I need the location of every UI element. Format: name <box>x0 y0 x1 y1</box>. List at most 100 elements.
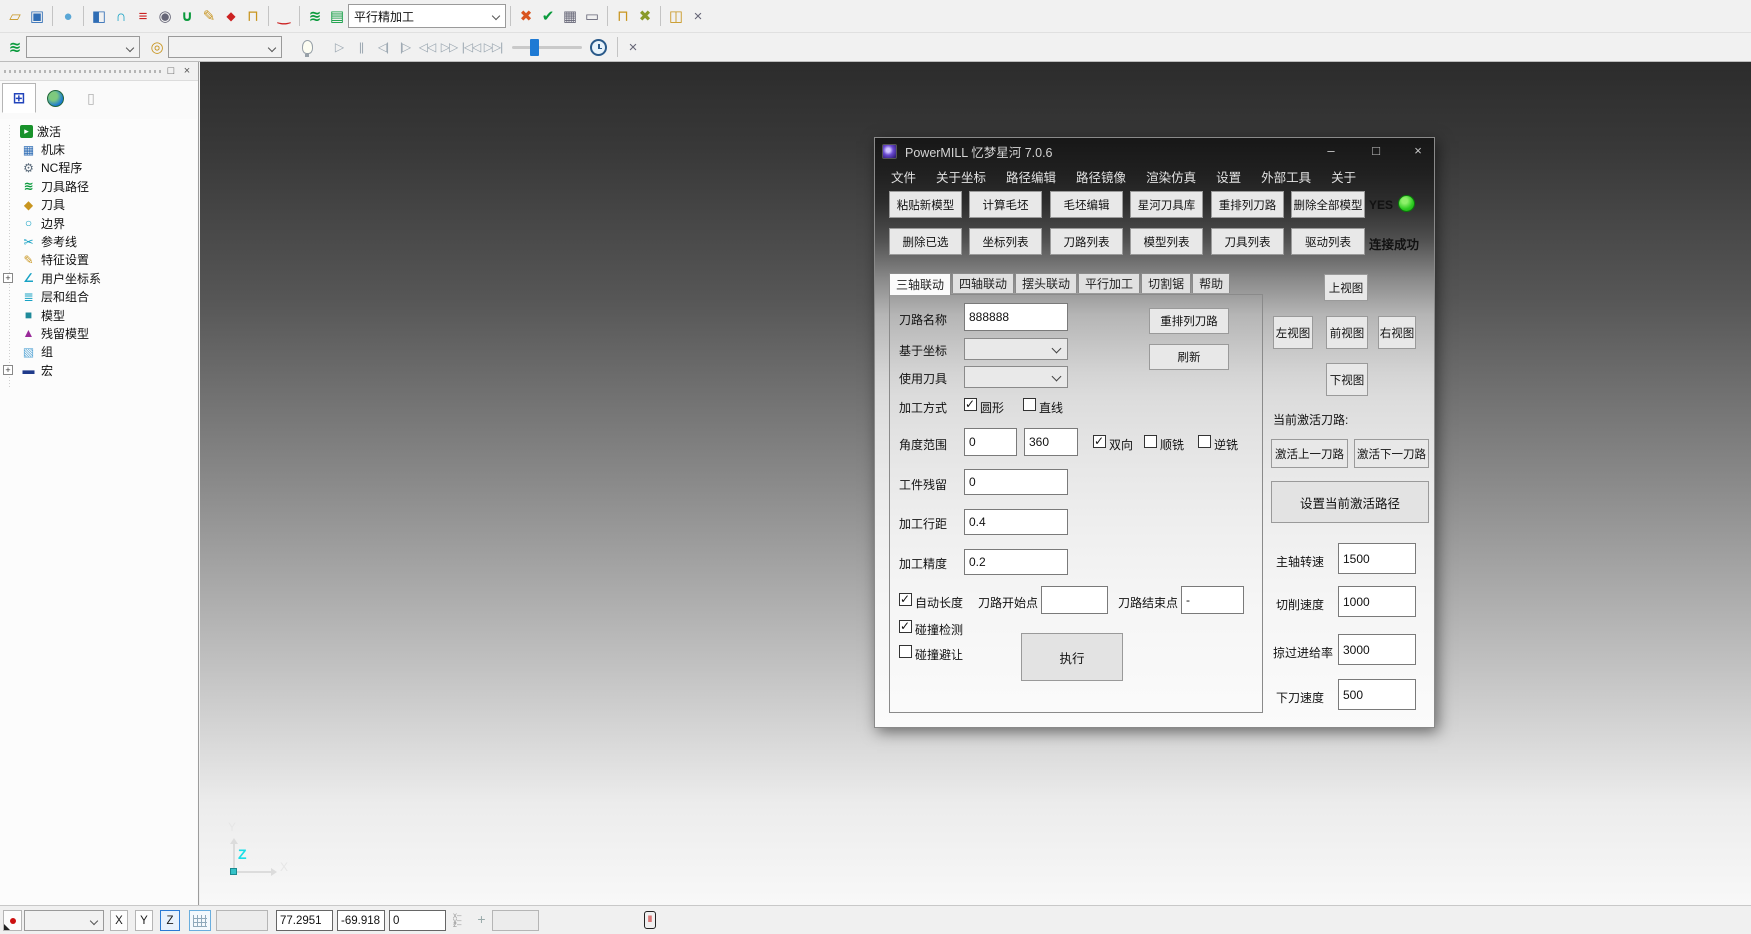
line-checkbox[interactable] <box>1023 398 1036 411</box>
strategy-combobox[interactable]: 平行精加工 <box>348 4 506 28</box>
tab-help[interactable]: 帮助 <box>1192 273 1230 293</box>
set-active-path-button[interactable]: 设置当前激活路径 <box>1271 481 1429 523</box>
close-button[interactable]: × <box>1402 138 1434 163</box>
shaded-view-icon[interactable]: ● <box>57 5 79 27</box>
play-icon[interactable]: ▷ <box>328 36 350 58</box>
angle-start-input[interactable] <box>964 428 1017 456</box>
tool-holder-icon[interactable]: ∪ <box>176 5 198 27</box>
toolpath-sim-icon[interactable]: ≋ <box>4 36 26 58</box>
start-point-input[interactable] <box>1041 586 1108 614</box>
skim-feed-input[interactable] <box>1338 634 1416 665</box>
tree-item-feature-sets[interactable]: ✎特征设置 <box>0 251 197 269</box>
axis-y-button[interactable]: Y <box>135 910 153 931</box>
paste-model-button[interactable]: 粘贴新模型 <box>889 191 962 218</box>
menu-render-sim[interactable]: 渲染仿真 <box>1136 167 1206 186</box>
clock-icon[interactable] <box>590 39 607 56</box>
panel-grip[interactable] <box>4 70 164 73</box>
sim-toolpath-combobox[interactable] <box>26 36 140 58</box>
tool-list-button[interactable]: 刀具列表 <box>1211 228 1284 255</box>
menu-file[interactable]: 文件 <box>881 167 926 186</box>
tool-search-icon[interactable]: ◎ <box>146 36 168 58</box>
feature-set-icon[interactable]: ⊓ <box>242 5 264 27</box>
step-back-icon[interactable]: ◁| <box>372 36 394 58</box>
menu-about[interactable]: 关于 <box>1321 167 1366 186</box>
rotation-lock-icon[interactable]: ‖ <box>644 911 656 929</box>
step-forward-icon[interactable]: |▷ <box>394 36 416 58</box>
edit-block-button[interactable]: 毛坯编辑 <box>1050 191 1123 218</box>
pattern-points-icon[interactable]: ◆ <box>220 5 242 27</box>
collision-check-checkbox[interactable] <box>899 620 912 633</box>
activate-next-button[interactable]: 激活下一刀路 <box>1354 439 1429 468</box>
go-to-start-icon[interactable]: |◁◁ <box>460 36 482 58</box>
view-right-button[interactable]: 右视图 <box>1378 316 1416 349</box>
toolbar-close-icon[interactable]: × <box>687 5 709 27</box>
tree-item-boundaries[interactable]: ○边界 <box>0 214 197 232</box>
model-list-button[interactable]: 模型列表 <box>1130 228 1203 255</box>
verify-toolpath-icon[interactable]: ✔ <box>537 5 559 27</box>
xyz-list-icon[interactable]: x–y–z– <box>453 914 466 927</box>
measure-input[interactable] <box>492 910 539 931</box>
swap-axes-icon[interactable]: ✖ <box>634 5 656 27</box>
strategy-list-icon[interactable]: ▤ <box>326 5 348 27</box>
menu-path-edit[interactable]: 路径编辑 <box>996 167 1066 186</box>
tab-3axis[interactable]: 三轴联动 <box>889 273 951 295</box>
stepover-input[interactable] <box>964 509 1068 535</box>
view-top-button[interactable]: 上视图 <box>1324 274 1368 301</box>
tree-item-tools[interactable]: ◆刀具 <box>0 196 197 214</box>
tree-item-groups[interactable]: ▧组 <box>0 343 197 361</box>
climb-checkbox[interactable] <box>1144 435 1157 448</box>
powermill-toolpath-icon[interactable]: ≋ <box>304 5 326 27</box>
toolpath-list-button[interactable]: 刀路列表 <box>1050 228 1123 255</box>
save-project-icon[interactable]: ▣ <box>26 5 48 27</box>
ballnose-tool-icon[interactable]: ◉ <box>154 5 176 27</box>
tab-saw[interactable]: 切割锯 <box>1141 273 1191 293</box>
tab-explorer-tree[interactable]: ⊞ <box>2 83 36 113</box>
tree-item-macros[interactable]: +▬宏 <box>0 361 197 379</box>
view-left-button[interactable]: 左视图 <box>1273 316 1313 349</box>
coordinate-x-input[interactable] <box>276 910 333 931</box>
expand-icon[interactable]: + <box>3 365 13 375</box>
thread-mill-icon[interactable]: ‿ <box>273 5 295 27</box>
spindle-speed-input[interactable] <box>1338 543 1416 574</box>
coordinate-z-input[interactable] <box>389 910 446 931</box>
activate-prev-button[interactable]: 激活上一刀路 <box>1271 439 1348 468</box>
collision-avoid-checkbox[interactable] <box>899 645 912 658</box>
tree-item-levels[interactable]: ≣层和组合 <box>0 288 197 306</box>
rearrange-toolpaths-button[interactable]: 重排列刀路 <box>1211 191 1284 218</box>
coord-base-select[interactable] <box>964 338 1068 360</box>
sim-toolbar-close-icon[interactable]: × <box>622 36 644 58</box>
execute-button[interactable]: 执行 <box>1021 633 1123 681</box>
dialog-titlebar[interactable]: PowerMILL 忆梦星河 7.0.6 <box>875 138 1434 164</box>
delete-selected-button[interactable]: 删除已选 <box>889 228 962 255</box>
drive-list-button[interactable]: 驱动列表 <box>1291 228 1365 255</box>
coord-list-button[interactable]: 坐标列表 <box>969 228 1042 255</box>
tree-item-patterns[interactable]: ✂参考线 <box>0 232 197 250</box>
tool-library-button[interactable]: 星河刀具库 <box>1130 191 1203 218</box>
grid-snap-button[interactable] <box>189 910 211 931</box>
toolbox-icon[interactable]: ✖ <box>515 5 537 27</box>
tree-item-activate[interactable]: ▸激活 <box>0 122 197 140</box>
bidirectional-checkbox[interactable] <box>1093 435 1106 448</box>
view-front-button[interactable]: 前视图 <box>1326 316 1368 349</box>
draft-curve-icon[interactable]: ✎ <box>198 5 220 27</box>
open-project-icon[interactable]: ▱ <box>4 5 26 27</box>
tool-pair-icon[interactable]: ⊓ <box>612 5 634 27</box>
tab-swivel[interactable]: 摆头联动 <box>1015 273 1077 293</box>
axis-z-button[interactable]: Z <box>160 910 180 931</box>
lightbulb-icon[interactable] <box>296 36 318 58</box>
tab-4axis[interactable]: 四轴联动 <box>952 273 1014 293</box>
axis-x-button[interactable]: X <box>110 910 128 931</box>
tree-item-machine[interactable]: ▦机床 <box>0 140 197 158</box>
probe-position-icon[interactable]: + <box>474 912 489 927</box>
panel-float-icon[interactable]: □ <box>164 64 178 78</box>
fast-forward-icon[interactable]: ▷▷ <box>438 36 460 58</box>
tab-parallel[interactable]: 平行加工 <box>1078 273 1140 293</box>
angle-end-input[interactable] <box>1024 428 1078 456</box>
marker-button[interactable] <box>3 910 22 931</box>
view-bottom-button[interactable]: 下视图 <box>1326 363 1368 396</box>
menu-settings[interactable]: 设置 <box>1206 167 1251 186</box>
menu-coords[interactable]: 关于坐标 <box>926 167 996 186</box>
tree-item-toolpaths[interactable]: ≋刀具路径 <box>0 177 197 195</box>
plunge-feed-input[interactable] <box>1338 679 1416 710</box>
use-tool-select[interactable] <box>964 366 1068 388</box>
